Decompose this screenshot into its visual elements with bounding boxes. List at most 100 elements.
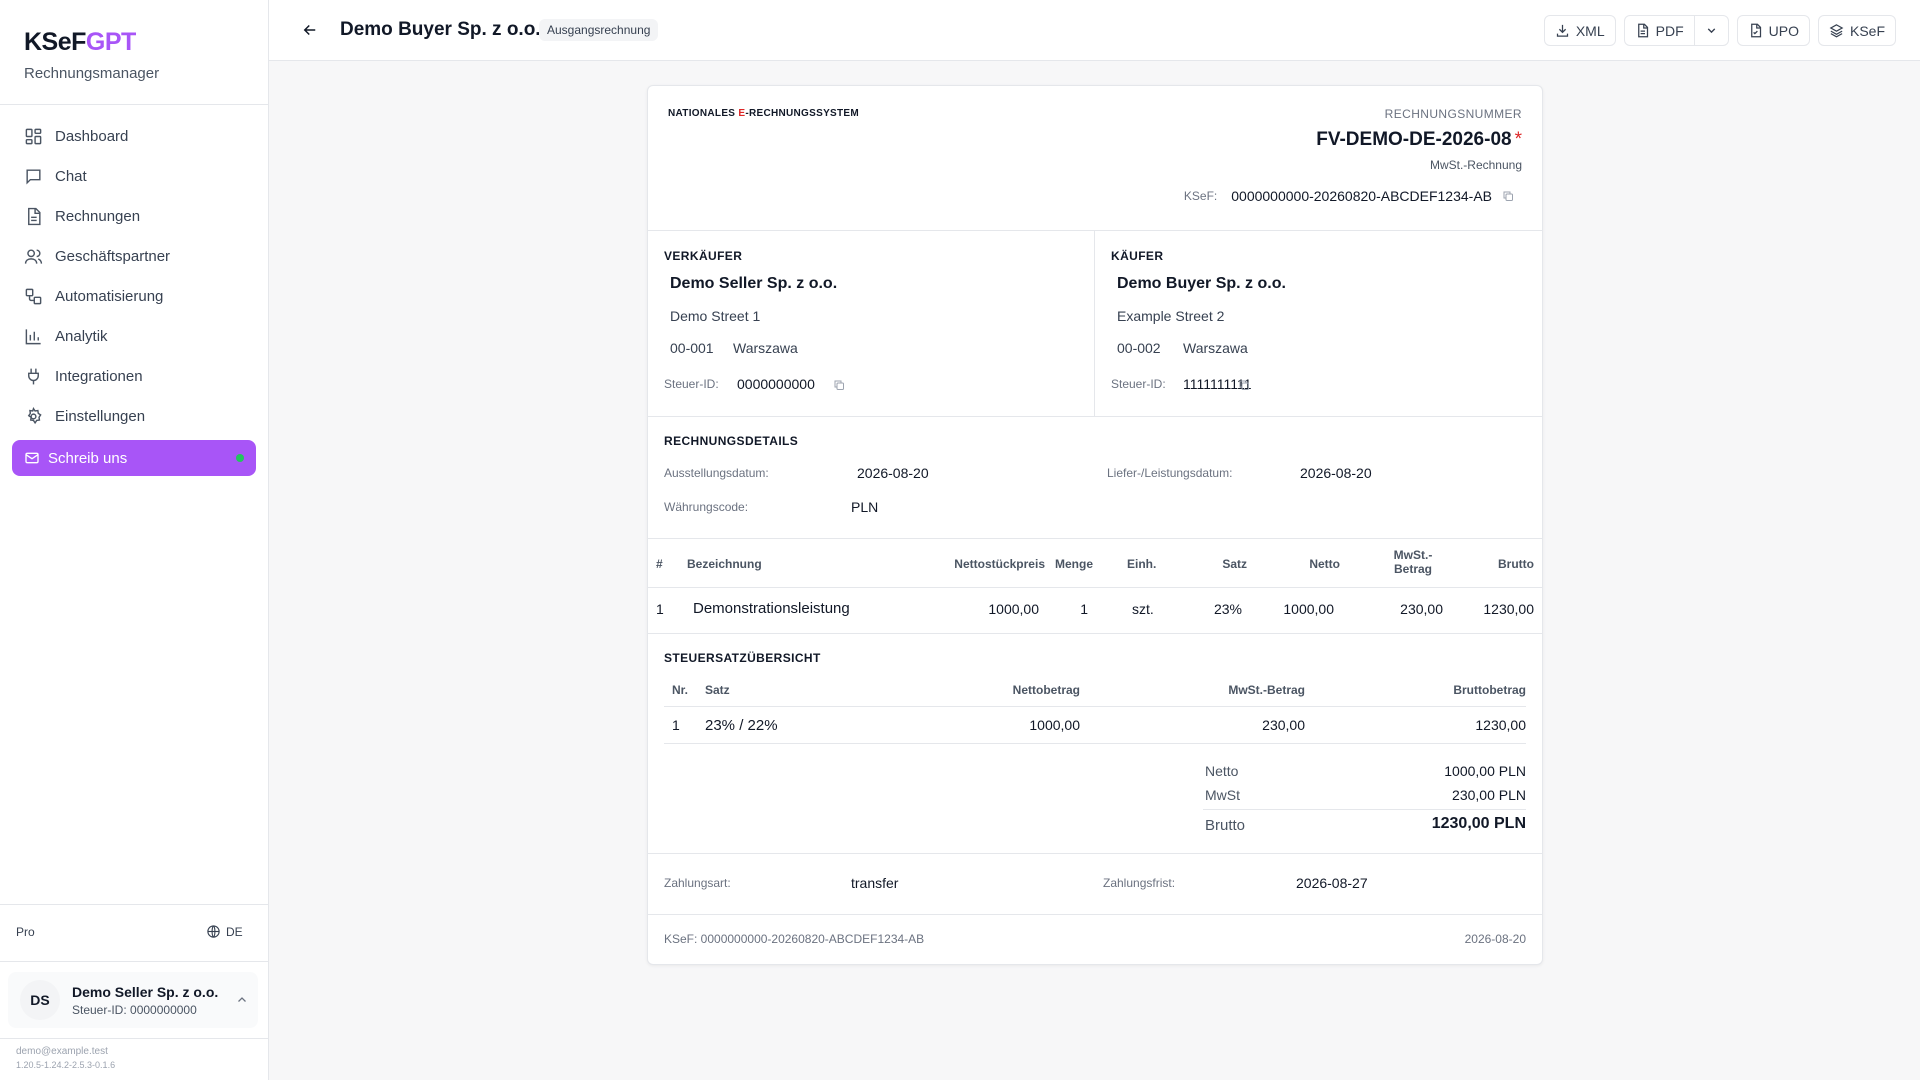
col-header-name: Bezeichnung: [687, 557, 762, 571]
details-title: RECHNUNGSDETAILS: [664, 434, 799, 448]
item-rate: 23%: [1213, 601, 1242, 617]
sidebar-item-integrationen[interactable]: Integrationen: [12, 358, 256, 394]
sidebar: KSeFGPT Rechnungsmanager Dashboard Chat …: [0, 0, 269, 1080]
section-divider: [648, 538, 1542, 539]
sidebar-divider: [0, 961, 269, 962]
tax-col-header-rate: Satz: [705, 683, 730, 697]
tax-row-gross: 1230,00: [1475, 717, 1526, 733]
open-ksef-button[interactable]: KSeF: [1817, 15, 1896, 46]
contact-us-button[interactable]: Schreib uns: [12, 440, 256, 476]
sidebar-item-geschaeftspartner[interactable]: Geschäftspartner: [12, 238, 256, 274]
issue-date-label: Ausstellungsdatum:: [664, 466, 769, 480]
table-row: 1 23% / 22% 1000,00 230,00 1230,00: [664, 707, 1526, 743]
download-upo-button[interactable]: UPO: [1736, 15, 1810, 46]
chat-icon: [26, 168, 41, 185]
currency-code: PLN: [851, 499, 879, 515]
buyer-tax-label: Steuer-ID:: [1111, 377, 1166, 391]
toolbar-actions: XML PDF UPO KSeF: [1536, 15, 1896, 46]
tax-col-header-gross: Bruttobetrag: [1453, 683, 1526, 697]
tax-summary-title: STEUERSATZÜBERSICHT: [664, 651, 821, 665]
user-email: demo@example.test: [16, 1046, 108, 1057]
pdf-options-dropdown[interactable]: [1693, 16, 1728, 45]
invoice-card: NATIONALES E-RECHNUNGSSYSTEM RECHNUNGSNU…: [647, 85, 1543, 965]
total-net-label: Netto: [1205, 763, 1239, 779]
sidebar-item-einstellungen[interactable]: Einstellungen: [12, 398, 256, 434]
seller-street: Demo Street 1: [670, 308, 761, 324]
table-divider: [664, 743, 1526, 744]
tax-row-vat: 230,00: [1262, 717, 1305, 733]
ksef-number-row: KSeF: 0000000000-20260820-ABCDEF1234-AB: [1184, 188, 1514, 204]
issue-date: 2026-08-20: [857, 465, 929, 481]
account-switcher[interactable]: DS Demo Seller Sp. z o.o. Steuer-ID: 000…: [8, 972, 258, 1028]
avatar: DS: [20, 980, 60, 1020]
item-vat: 230,00: [1400, 601, 1443, 617]
brand-subtitle: Rechnungsmanager: [24, 65, 160, 82]
invoice-direction-badge: Ausgangsrechnung: [539, 19, 659, 41]
item-net: 1000,00: [1283, 601, 1334, 617]
invoice-type: MwSt.-Rechnung: [1429, 158, 1522, 172]
sidebar-item-automatisierung[interactable]: Automatisierung: [12, 278, 256, 314]
back-arrow-icon[interactable]: [301, 21, 319, 39]
seller-title: VERKÄUFER: [664, 249, 743, 263]
download-xml-button[interactable]: XML: [1543, 15, 1616, 46]
chevron-up-icon: [238, 997, 246, 1002]
dashboard-icon: [25, 128, 42, 144]
col-header-gross: Brutto: [1498, 557, 1534, 571]
copy-icon[interactable]: [1238, 379, 1250, 391]
sidebar-item-label: Geschäftspartner: [55, 247, 171, 265]
col-header-unit-price: Nettostückpreis: [954, 557, 1045, 571]
plug-icon: [28, 368, 39, 384]
sidebar-item-label: Chat: [55, 167, 87, 185]
payment-method-label: Zahlungsart:: [664, 876, 731, 890]
copy-icon[interactable]: [1502, 190, 1514, 202]
item-no: 1: [656, 601, 664, 617]
account-tax-id: Steuer-ID: 0000000000: [72, 1002, 197, 1017]
sidebar-divider: [0, 904, 269, 905]
gear-icon: [27, 406, 42, 424]
seller-tax-id: 0000000000: [737, 376, 815, 392]
account-name: Demo Seller Sp. z o.o.: [72, 983, 219, 1000]
sidebar-item-label: Automatisierung: [55, 287, 164, 305]
topbar: Demo Buyer Sp. z o.o. Ausgangsrechnung X…: [269, 0, 1920, 61]
seller-city: Warszawa: [733, 340, 798, 356]
download-pdf-button[interactable]: PDF: [1625, 16, 1694, 45]
sidebar-divider: [0, 104, 269, 105]
buyer-postal: 00-002: [1117, 340, 1161, 356]
buyer-title: KÄUFER: [1111, 249, 1164, 263]
item-unit-price: 1000,00: [988, 601, 1039, 617]
total-gross: 1230,00 PLN: [1431, 815, 1526, 832]
tax-row-no: 1: [672, 717, 680, 733]
sidebar-item-rechnungen[interactable]: Rechnungen: [12, 198, 256, 234]
footer-date: 2026-08-20: [1464, 932, 1526, 946]
delivery-date: 2026-08-20: [1300, 465, 1372, 481]
invoice-number: FV-DEMO-DE-2026-08 *: [1316, 129, 1522, 150]
sidebar-item-label: Dashboard: [55, 127, 129, 145]
total-gross-label: Brutto: [1205, 817, 1246, 834]
sidebar-item-dashboard[interactable]: Dashboard: [12, 118, 256, 154]
sidebar-item-label: Einstellungen: [55, 407, 146, 425]
totals-divider: [1203, 809, 1526, 810]
col-header-vat: MwSt.- Betrag: [1393, 548, 1433, 576]
payment-method: transfer: [851, 875, 899, 891]
app-version: 1.20.5-1.24.2-2.5.3-0.1.6: [16, 1060, 116, 1070]
sidebar-item-label: Analytik: [55, 327, 108, 345]
brand-logo[interactable]: KSeFGPT: [24, 28, 159, 57]
tax-row-net: 1000,00: [1029, 717, 1080, 733]
section-divider: [648, 853, 1542, 854]
sidebar-item-analytik[interactable]: Analytik: [12, 318, 256, 354]
sidebar-item-label: Integrationen: [55, 367, 143, 385]
buyer-street: Example Street 2: [1117, 308, 1225, 324]
delivery-date-label: Liefer-/Leistungsdatum:: [1107, 466, 1233, 480]
online-status-dot: [236, 454, 244, 462]
system-label: NATIONALES E-RECHNUNGSSYSTEM: [668, 108, 860, 119]
copy-icon[interactable]: [833, 379, 845, 391]
language-switcher[interactable]: DE: [206, 924, 243, 939]
tax-row-rate: 23% / 22%: [705, 717, 778, 734]
total-net: 1000,00 PLN: [1444, 763, 1526, 779]
ksef-label: KSeF:: [1183, 189, 1218, 203]
sidebar-item-chat[interactable]: Chat: [12, 158, 256, 194]
section-divider: [648, 633, 1542, 634]
section-divider: [648, 230, 1542, 231]
payment-due: 2026-08-27: [1296, 875, 1368, 891]
seller-postal: 00-001: [670, 340, 714, 356]
